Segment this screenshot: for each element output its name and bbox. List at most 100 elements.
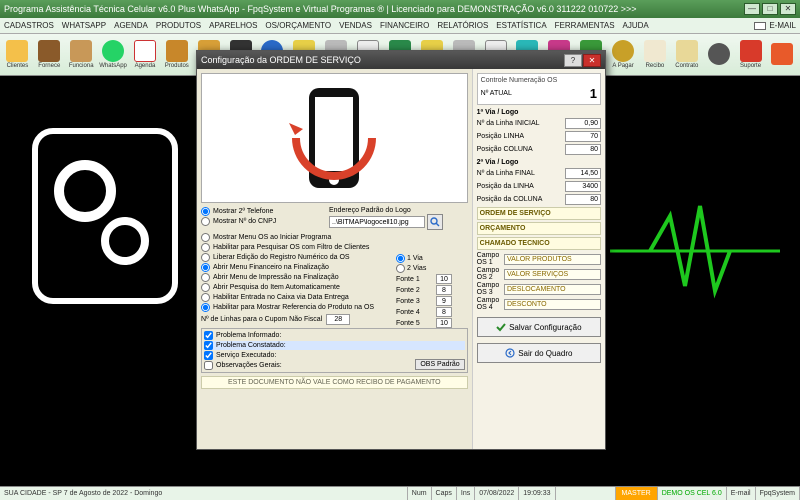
tb-clientes[interactable]: Clientes [2,36,33,74]
menu-produtos[interactable]: PRODUTOS [156,21,201,30]
nf-label: Nº de Linhas para o Cupom Não Fiscal [201,316,322,323]
check-icon [496,322,506,332]
status-date: 07/08/2022 [475,487,519,500]
radio-mostrar-telefone[interactable] [201,207,210,216]
radio-liberar-edicao[interactable] [201,253,210,262]
radio-menu-impressao[interactable] [201,273,210,282]
menu-cadastros[interactable]: CADASTROS [4,21,54,30]
menu-whatsapp[interactable]: WHATSAPP [62,21,106,30]
config-os-dialog: Configuração da ORDEM DE SERVIÇO ? ✕ Mos… [196,50,606,450]
chk-servico-executado[interactable] [204,351,213,360]
tb-apagar[interactable]: A Pagar [608,36,639,74]
status-email[interactable]: E-mail [727,487,756,500]
menu-aparelhos[interactable]: APARELHOS [209,21,257,30]
fonte-2[interactable] [436,285,452,295]
menu-email[interactable]: E-MAIL [754,21,796,30]
fonte-1[interactable] [436,274,452,284]
campo-os-1[interactable] [504,254,601,265]
via2-pos-coluna[interactable] [565,194,601,205]
tb-config[interactable] [703,36,734,74]
fonte-3[interactable] [436,296,452,306]
dialog-titlebar: Configuração da ORDEM DE SERVIÇO ? ✕ [197,51,605,69]
orcamento-header: ORÇAMENTO [477,222,601,235]
dialog-close-button[interactable]: ✕ [583,54,601,67]
via1-header: 1ª Via / Logo [477,109,601,116]
tb-suporte[interactable]: Suporte [735,36,766,74]
menu-os[interactable]: OS/ORÇAMENTO [265,21,331,30]
statusbar: SUA CIDADE - SP 7 de Agosto de 2022 - Do… [0,486,800,500]
phone-logo-icon [289,83,379,193]
radio-pesquisa-item[interactable] [201,283,210,292]
browse-logo-button[interactable] [427,214,443,230]
menu-estatistica[interactable]: ESTATÍSTICA [496,21,546,30]
fonte-4[interactable] [436,307,452,317]
footer-note: ESTE DOCUMENTO NÃO VALE COMO RECIBO DE P… [201,376,468,389]
menu-agenda[interactable]: AGENDA [114,21,148,30]
via1-pos-linha[interactable] [565,131,601,142]
tb-recibo[interactable]: Recibo [640,36,671,74]
radio-menu-os-iniciar[interactable] [201,233,210,242]
logo-preview [201,73,468,203]
app-titlebar: Programa Assistência Técnica Celular v6.… [0,0,800,18]
maximize-button[interactable]: □ [762,3,778,15]
tb-whatsapp[interactable]: WhatsApp [98,36,129,74]
status-demo: DEMO OS CEL 6.0 [658,487,727,500]
menubar: CADASTROS WHATSAPP AGENDA PRODUTOS APARE… [0,18,800,34]
tb-produtos[interactable]: Produtos [161,36,192,74]
close-button[interactable]: ✕ [780,3,796,15]
radio-pesquisar-filtro[interactable] [201,243,210,252]
campo-os-3[interactable] [504,284,601,295]
chk-prob-informado[interactable] [204,331,213,340]
menu-ferramentas[interactable]: FERRAMENTAS [555,21,615,30]
via2-pos-linha[interactable] [565,181,601,192]
menu-financeiro[interactable]: FINANCEIRO [380,21,429,30]
chk-prob-constatado[interactable] [204,341,213,350]
controle-numeracao-box: Controle Numeração OS Nº ATUAL 1 [477,73,601,105]
salvar-config-button[interactable]: Salvar Configuração [477,317,601,337]
menu-relatorios[interactable]: RELATÓRIOS [437,21,488,30]
menu-vendas[interactable]: VENDAS [339,21,372,30]
dialog-help-button[interactable]: ? [564,54,582,67]
ordem-servico-header: ORDEM DE SERVIÇO [477,207,601,220]
menu-ajuda[interactable]: AJUDA [623,21,649,30]
radio-mostrar-cnpj[interactable] [201,217,210,226]
radio-2vias[interactable] [396,264,405,273]
via1-linha-inicial[interactable] [565,118,601,129]
status-caps: Caps [432,487,457,500]
campo-os-4[interactable] [504,299,601,310]
tb-exit[interactable] [767,36,798,74]
via1-pos-coluna[interactable] [565,144,601,155]
logo-path-input[interactable] [329,216,425,228]
via2-linha-final[interactable] [565,168,601,179]
via2-header: 2ª Via / Logo [477,159,601,166]
nf-input[interactable] [326,314,350,325]
status-city: SUA CIDADE - SP 7 de Agosto de 2022 - Do… [0,487,408,500]
chk-observacoes[interactable] [204,361,213,370]
status-fpq[interactable]: FpqSystem [756,487,800,500]
tb-funciona[interactable]: Funciona [66,36,97,74]
logo-path-label: Endereço Padrão do Logo [329,207,468,214]
envelope-icon [754,22,766,30]
radio-entrada-caixa[interactable] [201,293,210,302]
status-master: MASTER [616,487,658,500]
status-ins: Ins [457,487,475,500]
sair-quadro-button[interactable]: Sair do Quadro [477,343,601,363]
status-time: 19:09:33 [519,487,555,500]
window-controls: — □ ✕ [744,3,796,15]
status-num: Num [408,487,432,500]
back-arrow-icon [505,348,515,358]
radio-1via[interactable] [396,254,405,263]
campo-os-2[interactable] [504,269,601,280]
radio-menu-financeiro[interactable] [201,263,210,272]
fonte-5[interactable] [436,318,452,328]
chamado-header: CHAMADO TECNICO [477,237,601,250]
tb-contrato[interactable]: Contrato [671,36,702,74]
app-title: Programa Assistência Técnica Celular v6.… [4,4,637,14]
minimize-button[interactable]: — [744,3,760,15]
obs-padrao-button[interactable]: OBS Padrão [415,359,464,370]
bg-gear-icon [30,126,180,306]
tb-fornece[interactable]: Fornece [34,36,65,74]
tb-agenda[interactable]: Agenda [130,36,161,74]
radio-mostrar-referencia[interactable] [201,303,210,312]
via-fonte-column: 1 Via 2 Vias Fonte 1 Fonte 2 Fonte 3 Fon… [396,254,452,328]
